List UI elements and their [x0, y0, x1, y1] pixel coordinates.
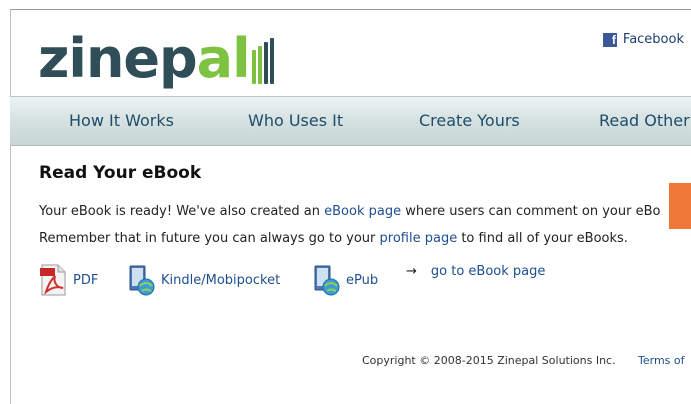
top-divider: [10, 9, 691, 10]
page-title: Read Your eBook: [39, 163, 202, 183]
left-divider: [10, 9, 11, 404]
nav-how-it-works[interactable]: How It Works: [69, 111, 174, 130]
feedback-tab[interactable]: [669, 183, 691, 229]
epub-book-icon: [314, 265, 340, 296]
pdf-label: PDF: [73, 272, 99, 288]
nav-read-other[interactable]: Read Other: [599, 111, 690, 130]
books-logo-icon: [251, 38, 274, 84]
kindle-download-link[interactable]: Kindle/Mobipocket: [127, 264, 280, 296]
profile-reminder: Remember that in future you can always g…: [39, 231, 628, 246]
nav-who-uses-it[interactable]: Who Uses It: [248, 111, 343, 130]
epub-download-link[interactable]: ePub: [312, 264, 378, 296]
pdf-download-link[interactable]: PDF: [39, 264, 98, 296]
pdf-file-icon: [40, 264, 66, 296]
facebook-label: Facebook: [622, 32, 684, 47]
download-links: PDF Kindle/Mobipocket ePub → go to eBook…: [39, 264, 679, 296]
facebook-icon: f: [602, 32, 617, 47]
kindle-label: Kindle/Mobipocket: [161, 272, 281, 288]
ready-message: Your eBook is ready! We've also created …: [39, 204, 661, 219]
ebook-page-link[interactable]: eBook page: [324, 204, 401, 219]
page: zinepal f Facebook How It Works Who Uses…: [0, 0, 691, 404]
facebook-link[interactable]: f Facebook: [602, 32, 684, 47]
nav-create-yours[interactable]: Create Yours: [419, 111, 520, 130]
kindle-book-icon: [129, 265, 155, 296]
logo-text-green: al: [196, 27, 251, 90]
profile-page-link[interactable]: profile page: [380, 231, 458, 246]
logo-text-dark: zinep: [38, 27, 198, 90]
arrow-right-icon: →: [406, 264, 417, 279]
epub-label: ePub: [346, 272, 379, 288]
copyright-text: Copyright © 2008-2015 Zinepal Solutions …: [362, 354, 616, 367]
goto-ebook-label: go to eBook page: [430, 264, 546, 279]
zinepal-logo[interactable]: zinepal: [38, 14, 274, 92]
goto-ebook-page-link[interactable]: → go to eBook page: [406, 264, 545, 279]
main-nav: How It Works Who Uses It Create Yours Re…: [10, 96, 691, 146]
terms-link[interactable]: Terms of: [638, 354, 685, 367]
